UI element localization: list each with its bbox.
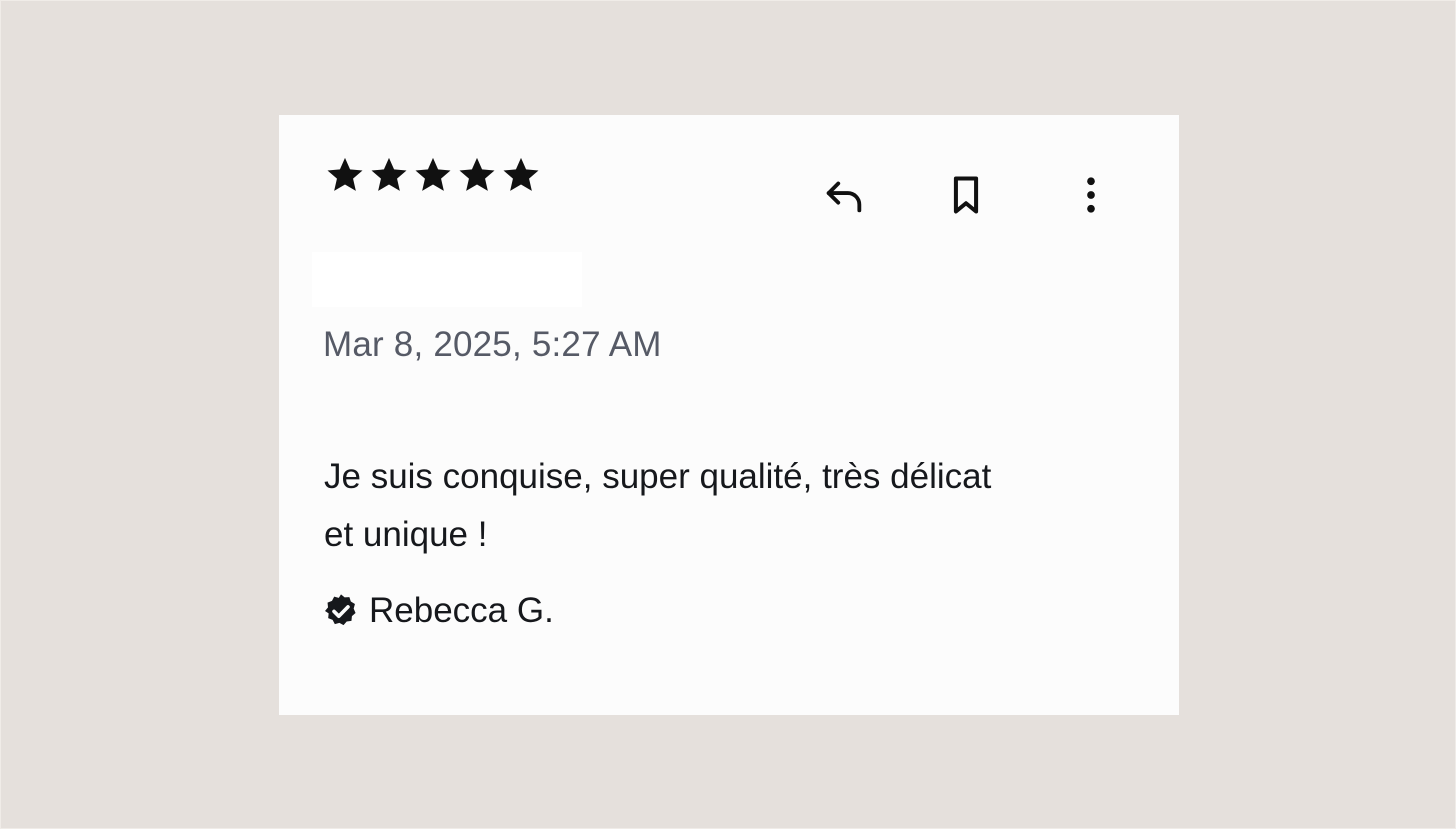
review-date: Mar 8, 2025, 5:27 AM — [323, 325, 662, 364]
verified-badge-icon — [325, 594, 356, 626]
review-text: Je suis conquise, super qualité, très dé… — [324, 457, 992, 554]
redacted-area — [312, 252, 582, 307]
star-icon — [371, 157, 407, 191]
star-icon — [415, 157, 451, 191]
author-name: Rebecca G. — [369, 591, 554, 630]
more-vertical-icon — [1087, 177, 1095, 213]
bookmark-button[interactable] — [941, 170, 991, 220]
review-card: Mar 8, 2025, 5:27 AM Je suis conquise, s… — [279, 115, 1179, 715]
star-icon — [327, 157, 363, 191]
review-actions — [819, 170, 1119, 220]
star-icon — [459, 157, 495, 191]
more-options-button[interactable] — [1066, 170, 1116, 220]
review-author: Rebecca G. — [322, 591, 554, 631]
reply-button[interactable] — [819, 170, 869, 220]
bookmark-icon — [953, 176, 979, 214]
star-icon — [503, 157, 539, 191]
star-rating — [324, 153, 542, 197]
reply-icon — [826, 181, 862, 213]
